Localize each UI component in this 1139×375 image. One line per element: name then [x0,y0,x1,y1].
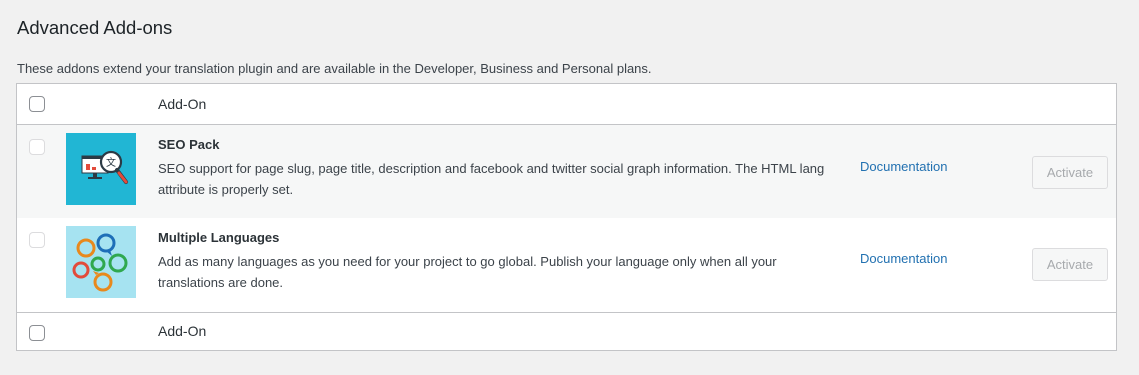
activate-button[interactable]: Activate [1032,248,1108,281]
select-all-checkbox-bottom[interactable] [29,325,45,341]
multiple-languages-icon [66,226,136,298]
documentation-link[interactable]: Documentation [860,251,947,266]
row-checkbox[interactable] [29,232,45,248]
documentation-link[interactable]: Documentation [860,159,947,174]
table-header: Add-On [17,84,1116,125]
table-row: 文 SEO Pack SEO support for page slug, pa… [17,125,1116,218]
table-row: Multiple Languages Add as many languages… [17,218,1116,311]
column-footer-addon: Add-On [158,323,207,339]
activate-button[interactable]: Activate [1032,156,1108,189]
page-title: Advanced Add-ons [17,17,173,38]
addon-description: Add as many languages as you need for yo… [158,254,777,290]
addons-table: Add-On 文 SEO Pack SEO support for page s… [16,83,1117,351]
row-checkbox[interactable] [29,139,45,155]
select-all-checkbox-top[interactable] [29,96,45,112]
table-footer: Add-On [17,312,1116,351]
svg-text:文: 文 [106,156,116,169]
seo-pack-icon: 文 [66,133,136,205]
column-header-addon: Add-On [158,96,207,112]
addon-description: SEO support for page slug, page title, d… [158,161,825,197]
addon-name: Multiple Languages [158,230,280,245]
addon-name: SEO Pack [158,137,220,152]
page-description: These addons extend your translation plu… [17,61,652,76]
